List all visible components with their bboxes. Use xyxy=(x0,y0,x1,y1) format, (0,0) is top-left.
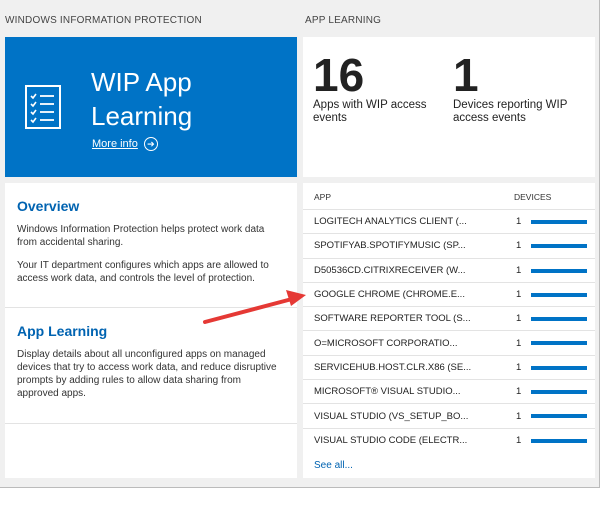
device-bar xyxy=(531,438,587,443)
device-count: 1 xyxy=(516,289,522,301)
section-title-wip: WINDOWS INFORMATION PROTECTION xyxy=(5,15,202,26)
device-count: 1 xyxy=(516,410,522,422)
app-name: SERVICEHUB.HOST.CLR.X86 (SE... xyxy=(314,361,472,373)
app-name: VISUAL STUDIO (VS_SETUP_BO... xyxy=(314,410,469,422)
app-name: D50536CD.CITRIXRECEIVER (W... xyxy=(314,264,466,276)
wip-dashboard: WINDOWS INFORMATION PROTECTION APP LEARN… xyxy=(0,0,600,488)
table-row[interactable]: LOGITECH ANALYTICS CLIENT (... 1 xyxy=(303,209,595,233)
stat-devices-label: Devices reporting WIP access events xyxy=(453,99,568,124)
apps-table: APP DEVICES LOGITECH ANALYTICS CLIENT (.… xyxy=(303,183,595,478)
device-bar xyxy=(531,341,587,346)
device-bar xyxy=(531,317,587,322)
more-info-link[interactable]: More info ➔ xyxy=(92,137,158,151)
more-info-label[interactable]: More info xyxy=(92,138,138,150)
device-count: 1 xyxy=(516,361,522,373)
overview-text-1: Windows Information Protection helps pro… xyxy=(17,224,265,248)
table-row[interactable]: MICROSOFT® VISUAL STUDIO... 1 xyxy=(303,379,595,403)
device-bar xyxy=(531,268,587,273)
device-bar xyxy=(531,390,587,395)
table-row[interactable]: SPOTIFYAB.SPOTIFYMUSIC (SP... 1 xyxy=(303,233,595,257)
column-header-app: APP xyxy=(314,192,332,202)
stat-devices[interactable]: 1 Devices reporting WIP access events xyxy=(453,49,583,125)
table-row[interactable]: VISUAL STUDIO (VS_SETUP_BO... 1 xyxy=(303,403,595,427)
see-all-link[interactable]: See all... xyxy=(314,460,353,471)
device-bar xyxy=(531,292,587,297)
overview-heading: Overview xyxy=(17,198,80,214)
device-count: 1 xyxy=(516,337,522,349)
wip-app-learning-tile[interactable]: WIP App Learning More info ➔ xyxy=(5,37,297,177)
table-row[interactable]: O=MICROSOFT CORPORATIO... 1 xyxy=(303,330,595,354)
app-name: MICROSOFT® VISUAL STUDIO... xyxy=(314,386,461,398)
apps-table-rows: LOGITECH ANALYTICS CLIENT (... 1 SPOTIFYAB… xyxy=(303,209,595,452)
app-name: VISUAL STUDIO CODE (ELECTR... xyxy=(314,434,468,446)
device-count: 1 xyxy=(516,264,522,276)
device-bar xyxy=(531,220,587,224)
section-title-app-learning: APP LEARNING xyxy=(305,15,382,26)
device-count: 1 xyxy=(516,386,522,398)
column-header-devices: DEVICES xyxy=(514,192,552,202)
overview-block: Overview Windows Information Protection … xyxy=(17,198,279,295)
checklist-document-icon xyxy=(25,85,61,129)
overview-text-2: Your IT department configures which apps… xyxy=(17,260,269,284)
table-row[interactable]: D50536CD.CITRIXRECEIVER (W... 1 xyxy=(303,257,595,282)
table-row[interactable]: VISUAL STUDIO CODE (ELECTR... 1 xyxy=(303,427,595,452)
info-panel: Overview Windows Information Protection … xyxy=(5,183,297,478)
stat-apps-value: 16 xyxy=(313,49,365,101)
app-learning-heading: App Learning xyxy=(17,323,108,339)
arrow-circle-right-icon[interactable]: ➔ xyxy=(143,137,158,151)
device-count: 1 xyxy=(516,434,522,446)
app-name: O=MICROSOFT CORPORATIO... xyxy=(314,337,458,349)
stat-apps[interactable]: 16 Apps with WIP access events xyxy=(313,49,443,125)
app-learning-stats[interactable]: 16 Apps with WIP access events 1 Devices… xyxy=(303,37,595,177)
table-row[interactable]: SERVICEHUB.HOST.CLR.X86 (SE... 1 xyxy=(303,354,595,379)
device-count: 1 xyxy=(516,216,522,228)
table-row[interactable]: GOOGLE CHROME (CHROME.E... 1 xyxy=(303,281,595,306)
app-learning-block: App Learning Display details about all u… xyxy=(17,323,279,410)
device-bar xyxy=(531,244,587,249)
stat-apps-label: Apps with WIP access events xyxy=(313,99,427,124)
app-name: SPOTIFYAB.SPOTIFYMUSIC (SP... xyxy=(314,240,466,252)
divider xyxy=(5,423,297,424)
stat-devices-value: 1 xyxy=(453,49,479,101)
table-row[interactable]: SOFTWARE REPORTER TOOL (S... 1 xyxy=(303,306,595,330)
app-name: SOFTWARE REPORTER TOOL (S... xyxy=(314,313,471,325)
hero-title: WIP App Learning xyxy=(91,67,193,131)
app-name: GOOGLE CHROME (CHROME.E... xyxy=(314,289,465,301)
divider xyxy=(5,307,297,308)
app-learning-text: Display details about all unconfigured a… xyxy=(17,349,277,399)
device-count: 1 xyxy=(516,240,522,252)
device-bar xyxy=(531,365,587,370)
app-name: LOGITECH ANALYTICS CLIENT (... xyxy=(314,216,467,228)
device-count: 1 xyxy=(516,313,522,325)
device-bar xyxy=(531,414,587,419)
